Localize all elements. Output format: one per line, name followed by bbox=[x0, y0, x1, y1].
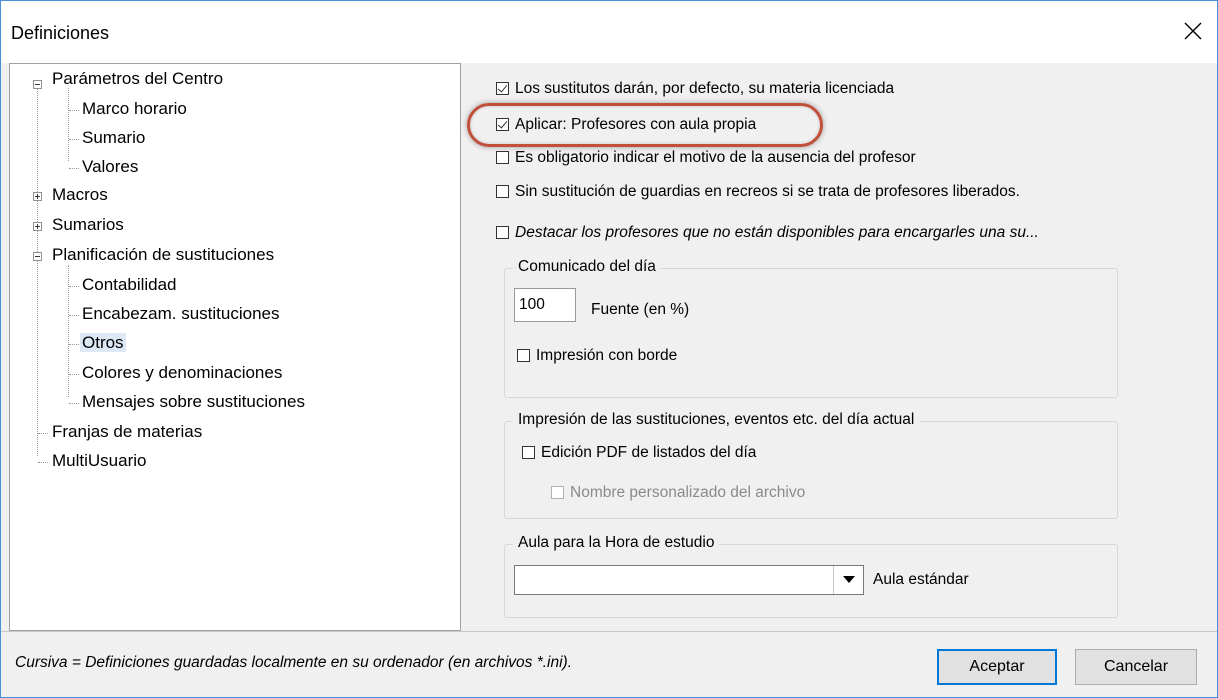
option-label: Es obligatorio indicar el motivo de la a… bbox=[515, 149, 916, 166]
tree-item-multiusuario[interactable]: MultiUsuario bbox=[50, 448, 148, 474]
collapse-icon[interactable] bbox=[33, 252, 42, 261]
tree-connector bbox=[37, 88, 38, 456]
tree-connector bbox=[69, 286, 79, 287]
checkbox-impresion-borde[interactable] bbox=[517, 349, 530, 362]
checkbox-sustitutos[interactable] bbox=[496, 82, 509, 95]
checkbox-destacar[interactable] bbox=[496, 226, 509, 239]
title-bar: Definiciones bbox=[1, 1, 1217, 63]
tree-item-franjas[interactable]: Franjas de materias bbox=[50, 419, 204, 445]
option-label: Destacar los profesores que no están dis… bbox=[515, 224, 1039, 241]
collapse-icon[interactable] bbox=[33, 80, 42, 89]
group-legend: Comunicado del día bbox=[513, 258, 661, 276]
checkbox-motivo[interactable] bbox=[496, 151, 509, 164]
footer-note: Cursiva = Definiciones guardadas localme… bbox=[15, 654, 573, 671]
checkbox-nombre-archivo bbox=[551, 486, 564, 499]
close-icon bbox=[1184, 22, 1202, 40]
tree-connector bbox=[69, 403, 79, 404]
tree-connector bbox=[69, 139, 79, 140]
option-label: Edición PDF de listados del día bbox=[541, 444, 757, 461]
tree-item-sumario[interactable]: Sumario bbox=[80, 125, 147, 151]
tree-connector bbox=[38, 462, 48, 463]
checkbox-aula-propia[interactable] bbox=[496, 118, 509, 131]
aula-estandar-label: Aula estándar bbox=[873, 571, 969, 588]
tree-item-parametros-centro[interactable]: Parámetros del Centro bbox=[50, 66, 225, 92]
tree-connector bbox=[68, 88, 69, 161]
tree-item-contabilidad[interactable]: Contabilidad bbox=[80, 272, 179, 298]
option-label: Aplicar: Profesores con aula propia bbox=[515, 116, 757, 133]
tree-connector bbox=[69, 374, 79, 375]
tree-connector bbox=[69, 315, 79, 316]
tree-item-otros[interactable]: Otros bbox=[80, 330, 126, 356]
checkbox-recreos[interactable] bbox=[496, 185, 509, 198]
chevron-down-icon[interactable] bbox=[833, 566, 863, 594]
definiciones-dialog: Definiciones Parámetros del Centro Marco… bbox=[0, 0, 1218, 698]
tree-item-marco-horario[interactable]: Marco horario bbox=[80, 96, 189, 122]
window-title: Definiciones bbox=[11, 23, 110, 43]
tree-item-colores[interactable]: Colores y denominaciones bbox=[80, 360, 284, 386]
tree-connector bbox=[69, 168, 79, 169]
settings-tree[interactable]: Parámetros del Centro Marco horario Suma… bbox=[9, 63, 461, 631]
tree-item-encabezam[interactable]: Encabezam. sustituciones bbox=[80, 301, 282, 327]
tree-connector bbox=[69, 344, 79, 345]
checkbox-pdf[interactable] bbox=[522, 446, 535, 459]
option-label: Los sustitutos darán, por defecto, su ma… bbox=[515, 80, 895, 97]
expand-icon[interactable] bbox=[33, 192, 42, 201]
footer-divider bbox=[1, 631, 1217, 632]
option-label: Sin sustitución de guardias en recreos s… bbox=[515, 183, 1020, 200]
tree-item-sumarios[interactable]: Sumarios bbox=[50, 212, 126, 238]
group-impresion: Impresión de las sustituciones, eventos … bbox=[504, 411, 1118, 519]
tree-item-planificacion[interactable]: Planificación de sustituciones bbox=[50, 242, 276, 268]
accept-button[interactable]: Aceptar bbox=[937, 649, 1057, 685]
tree-connector bbox=[68, 265, 69, 397]
font-label: Fuente (en %) bbox=[591, 301, 690, 318]
tree-item-macros[interactable]: Macros bbox=[50, 182, 110, 208]
tree-connector bbox=[38, 433, 48, 434]
group-legend: Impresión de las sustituciones, eventos … bbox=[513, 411, 920, 429]
group-comunicado: Comunicado del día bbox=[504, 258, 1118, 398]
expand-icon[interactable] bbox=[33, 222, 42, 231]
aula-select[interactable] bbox=[514, 565, 864, 595]
close-button[interactable] bbox=[1173, 11, 1213, 51]
option-label: Impresión con borde bbox=[536, 347, 678, 364]
tree-item-mensajes[interactable]: Mensajes sobre sustituciones bbox=[80, 389, 307, 415]
font-percent-input[interactable]: 100 bbox=[514, 288, 576, 322]
tree-item-valores[interactable]: Valores bbox=[80, 154, 140, 180]
group-legend: Aula para la Hora de estudio bbox=[513, 534, 720, 552]
tree-connector bbox=[69, 110, 79, 111]
option-label: Nombre personalizado del archivo bbox=[570, 484, 806, 501]
cancel-button[interactable]: Cancelar bbox=[1075, 649, 1197, 685]
